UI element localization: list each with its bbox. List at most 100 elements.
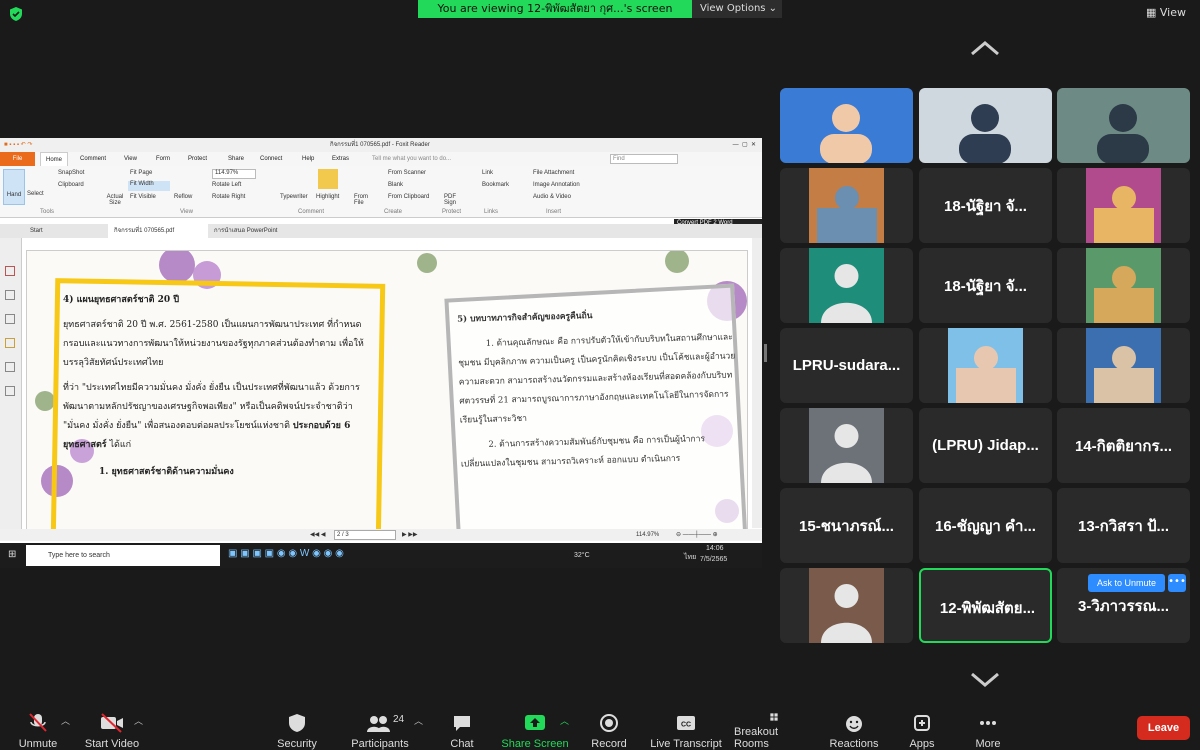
participant-tile[interactable]: 15-ชนาภรณ์... [780, 488, 913, 563]
page-number-input[interactable]: 2 / 3 [334, 530, 396, 540]
participant-tile[interactable] [780, 248, 913, 323]
attachments-panel-icon[interactable] [5, 362, 15, 372]
from-file-button[interactable]: From File [354, 194, 372, 206]
reactions-button[interactable]: Reactions [826, 704, 882, 750]
tab-file[interactable]: File [0, 152, 35, 166]
participants-options-caret[interactable]: ︿ [414, 714, 423, 727]
tab-comment[interactable]: Comment [80, 152, 106, 166]
taskbar-language[interactable]: ไทย [684, 552, 696, 563]
bookmark-button[interactable]: Bookmark [482, 182, 509, 188]
snapshot-button[interactable]: SnapShot [58, 170, 84, 176]
participant-tile[interactable]: 16-ชัญญา คำ... [919, 488, 1052, 563]
from-scanner-button[interactable]: From Scanner [388, 170, 426, 176]
participant-tile[interactable] [919, 88, 1052, 163]
tab-extras[interactable]: Extras [332, 152, 349, 166]
actual-size-button[interactable]: Actual Size [104, 194, 126, 206]
taskbar-app-icons[interactable]: ▣ ▣ ▣ ▣ ◉ ◉ W ◉ ◉ ◉ [228, 548, 344, 559]
file-attachment-button[interactable]: File Attachment [533, 170, 574, 176]
view-options-button[interactable]: View Options ⌄ [692, 0, 782, 18]
more-button[interactable]: More [966, 704, 1010, 750]
ask-to-unmute-button[interactable]: Ask to Unmute [1088, 574, 1165, 592]
participants-button[interactable]: Participants [346, 704, 414, 750]
reflow-button[interactable]: Reflow [174, 194, 192, 200]
status-zoom[interactable]: 114.97% [636, 529, 659, 541]
comments-panel-icon[interactable] [5, 338, 15, 348]
participant-tile[interactable]: 12-พิพัฒสัตย... [919, 568, 1052, 643]
participant-tile[interactable]: LPRU-sudara... [780, 328, 913, 403]
link-button[interactable]: Link [482, 170, 493, 176]
windows-start-icon[interactable]: ⊞ [8, 549, 16, 560]
security-panel-icon[interactable] [5, 386, 15, 396]
participant-tile[interactable]: 18-นัฐิยา จั... [919, 248, 1052, 323]
typewriter-button[interactable]: Typewriter [280, 194, 308, 200]
participant-tile[interactable] [780, 168, 913, 243]
participant-tile[interactable]: 18-นัฐิยา จั... [919, 168, 1052, 243]
tell-me-box[interactable]: Tell me what you want to do... [372, 152, 451, 166]
tab-help[interactable]: Help [302, 152, 314, 166]
select-tool[interactable]: Select [27, 191, 44, 197]
highlight-button[interactable]: Highlight [316, 194, 339, 200]
gallery-previous-page-icon[interactable] [970, 40, 1000, 56]
tab-start[interactable]: Start [30, 224, 43, 238]
share-screen-button[interactable]: Share Screen [500, 704, 570, 750]
pdf-page[interactable]: 4) แผนยุทธศาสตร์ชาติ 20 ปี ยุทธศาสตร์ชาต… [26, 250, 748, 530]
participant-tile[interactable] [1057, 168, 1190, 243]
participant-tile[interactable]: (LPRU) Jidap... [919, 408, 1052, 483]
window-controls[interactable]: — ▢ ✕ [733, 138, 756, 152]
fit-width-button[interactable]: Fit Width [128, 181, 170, 191]
participant-tile[interactable] [780, 568, 913, 643]
video-options-caret[interactable]: ︿ [134, 714, 143, 727]
from-clipboard-button[interactable]: From Clipboard [388, 194, 429, 200]
participant-tile[interactable] [1057, 328, 1190, 403]
participant-tile[interactable] [780, 88, 913, 163]
participant-tile[interactable] [1057, 88, 1190, 163]
participant-tile[interactable] [919, 328, 1052, 403]
chat-button[interactable]: Chat [440, 704, 484, 750]
hand-tool[interactable]: Hand [3, 169, 25, 205]
leave-button[interactable]: Leave [1137, 716, 1190, 740]
view-layout-button[interactable]: ▦ View [1146, 6, 1186, 19]
page-nav-forward[interactable]: ▶ ▶▶ [402, 529, 418, 541]
tab-home[interactable]: Home [40, 152, 68, 166]
security-button[interactable]: Security [272, 704, 322, 750]
tab-view[interactable]: View [124, 152, 137, 166]
tab-share[interactable]: Share [228, 152, 244, 166]
clipboard-button[interactable]: Clipboard [58, 182, 84, 188]
fit-visible-button[interactable]: Fit Visible [130, 194, 156, 200]
zoom-slider[interactable]: ⊖ ——┼—— ⊕ [676, 529, 718, 541]
audio-video-button[interactable]: Audio & Video [533, 194, 571, 200]
share-options-caret[interactable]: ︿ [560, 714, 569, 727]
audio-options-caret[interactable]: ︿ [61, 714, 70, 727]
fit-page-button[interactable]: Fit Page [130, 170, 152, 176]
apps-button[interactable]: Apps [900, 704, 944, 750]
layers-panel-icon[interactable] [5, 314, 15, 324]
breakout-rooms-button[interactable]: Breakout Rooms [734, 704, 814, 750]
tab-pdf-file[interactable]: กิจกรรมที่1 070565.pdf [108, 224, 208, 238]
bookmark-panel-icon[interactable] [5, 266, 15, 276]
tab-powerpoint[interactable]: การนำเสนอ PowerPoint [214, 224, 277, 238]
find-input[interactable]: Find [610, 154, 678, 164]
pdf-sign-button[interactable]: PDF Sign [444, 194, 462, 206]
participant-tile[interactable]: 13-กวิสรา ป้... [1057, 488, 1190, 563]
participant-tile[interactable] [780, 408, 913, 483]
zoom-select[interactable]: 114.97% [212, 169, 256, 179]
participant-tile[interactable] [1057, 248, 1190, 323]
unmute-button[interactable]: Unmute [10, 704, 66, 750]
live-transcript-button[interactable]: CC Live Transcript [648, 704, 724, 750]
rotate-right-button[interactable]: Rotate Right [212, 194, 245, 200]
image-annotation-button[interactable]: Image Annotation [533, 182, 580, 188]
tab-protect[interactable]: Protect [188, 152, 207, 166]
encryption-shield-icon[interactable] [8, 6, 24, 22]
tab-connect[interactable]: Connect [260, 152, 282, 166]
rotate-left-button[interactable]: Rotate Left [212, 182, 241, 188]
record-button[interactable]: Record [586, 704, 632, 750]
blank-button[interactable]: Blank [388, 182, 403, 188]
page-nav-arrows[interactable]: ◀◀ ◀ [310, 529, 326, 541]
start-video-button[interactable]: Start Video [80, 704, 144, 750]
pages-panel-icon[interactable] [5, 290, 15, 300]
tab-form[interactable]: Form [156, 152, 170, 166]
participant-tile[interactable]: 14-กิตติยากร... [1057, 408, 1190, 483]
split-handle[interactable] [764, 344, 767, 362]
gallery-next-page-icon[interactable] [970, 672, 1000, 688]
tile-more-button[interactable]: ••• [1168, 574, 1186, 592]
